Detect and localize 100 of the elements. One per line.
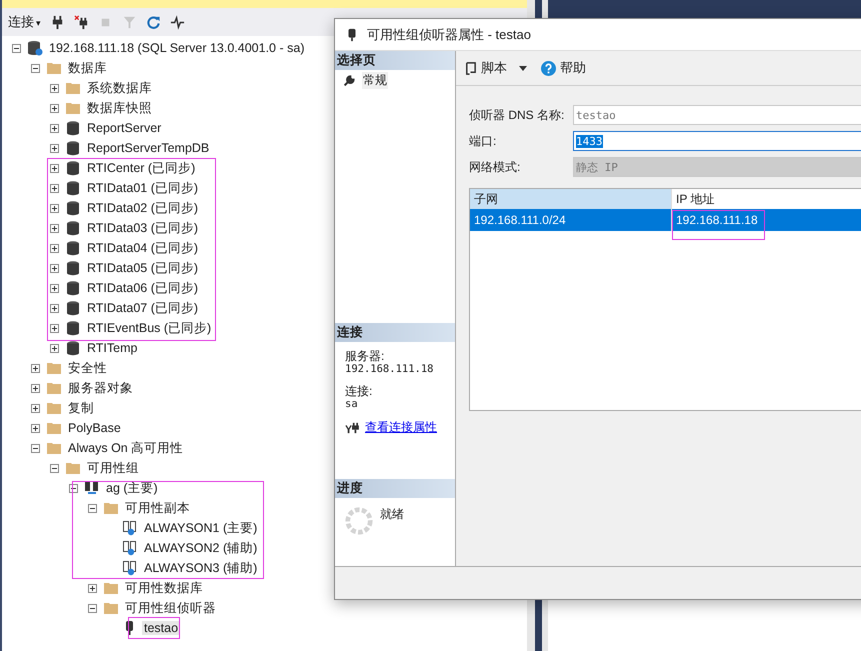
- tree-item[interactable]: 系统数据库: [85, 80, 154, 96]
- database-icon: [65, 220, 81, 236]
- help-button[interactable]: 帮助: [539, 57, 588, 79]
- tree-item[interactable]: RTIData04 (已同步): [85, 240, 200, 256]
- expander-toggle[interactable]: [12, 44, 21, 52]
- tree-item[interactable]: RTIData05 (已同步): [85, 260, 200, 276]
- highlight-frame: [128, 617, 180, 639]
- wrench-icon: [343, 74, 356, 87]
- expander-toggle[interactable]: [31, 404, 40, 412]
- database-icon: [65, 260, 81, 276]
- expander-toggle[interactable]: [50, 144, 59, 152]
- field-label: 侦听器 DNS 名称:: [469, 106, 566, 124]
- folder-icon: [46, 440, 62, 456]
- progress-status: 就绪: [380, 506, 404, 523]
- tree-item[interactable]: ALWAYSON1 (主要): [142, 520, 260, 536]
- expander-toggle[interactable]: [50, 84, 59, 92]
- expander-toggle[interactable]: [69, 484, 78, 492]
- tree-item[interactable]: ALWAYSON2 (辅助): [142, 540, 260, 556]
- tree-item[interactable]: RTIData02 (已同步): [85, 200, 200, 216]
- connection-properties-link[interactable]: 查看连接属性: [365, 419, 437, 436]
- info-value: sa: [345, 398, 359, 410]
- folder-icon: [65, 80, 81, 96]
- folder-icon: [103, 600, 119, 616]
- tree-item[interactable]: RTITemp: [85, 341, 140, 355]
- database-icon: [65, 240, 81, 256]
- database-icon: [65, 120, 81, 136]
- activity-icon[interactable]: [170, 14, 185, 30]
- input-field[interactable]: 1433: [573, 131, 861, 151]
- tree-item[interactable]: 复制: [66, 400, 96, 416]
- tree-item[interactable]: RTIEventBus (已同步): [85, 320, 214, 336]
- tree-item[interactable]: 192.168.111.18 (SQL Server 13.0.4001.0 - sa): [47, 41, 306, 55]
- disconnect-icon[interactable]: [74, 14, 89, 30]
- field-label: 网络模式:: [469, 158, 522, 176]
- expander-toggle[interactable]: [50, 344, 59, 352]
- folder-icon: [65, 100, 81, 116]
- expander-toggle[interactable]: [88, 584, 97, 592]
- info-label: 连接:: [345, 385, 374, 398]
- database-icon: [65, 200, 81, 216]
- tree-item[interactable]: ReportServerTempDB: [85, 141, 212, 155]
- script-icon: [464, 60, 477, 76]
- tree-item[interactable]: RTIData06 (已同步): [85, 280, 200, 296]
- tree-item[interactable]: 可用性组侦听器: [123, 600, 218, 616]
- tree-item[interactable]: PolyBase: [66, 421, 123, 435]
- column-header[interactable]: 子网: [470, 189, 672, 209]
- connect-button[interactable]: 连接▾: [8, 13, 41, 31]
- tree-item[interactable]: ag (主要): [104, 480, 160, 496]
- tree-item[interactable]: 数据库快照: [85, 100, 154, 116]
- folder-icon: [46, 400, 62, 416]
- grid-row[interactable]: 192.168.111.0/24 192.168.111.18: [470, 209, 861, 231]
- tree-item[interactable]: RTICenter (已同步): [85, 160, 198, 176]
- tree-item[interactable]: ReportServer: [85, 121, 164, 135]
- server-group-icon: [84, 480, 100, 496]
- expander-toggle[interactable]: [31, 424, 40, 432]
- database-icon: [65, 320, 81, 336]
- page-tab[interactable]: 常规: [362, 72, 388, 89]
- expander-toggle[interactable]: [31, 384, 40, 392]
- database-icon: [65, 160, 81, 176]
- database-icon: [65, 280, 81, 296]
- expander-toggle[interactable]: [50, 284, 59, 292]
- expander-toggle[interactable]: [50, 264, 59, 272]
- refresh-icon[interactable]: [146, 14, 161, 30]
- tree-item[interactable]: testao: [142, 621, 180, 635]
- expander-toggle[interactable]: [50, 124, 59, 132]
- tree-item[interactable]: 安全性: [66, 360, 109, 376]
- info-value: 192.168.111.18: [345, 363, 435, 375]
- expander-toggle[interactable]: [50, 324, 59, 332]
- expander-toggle[interactable]: [50, 184, 59, 192]
- database-icon: [65, 140, 81, 156]
- tree-item[interactable]: 可用性副本: [123, 500, 192, 516]
- field-label: 端口:: [469, 132, 498, 150]
- dialog-title: 可用性组侦听器属性 - testao: [367, 26, 531, 44]
- expander-toggle[interactable]: [88, 604, 97, 612]
- tree-item[interactable]: RTIData01 (已同步): [85, 180, 200, 196]
- expander-toggle[interactable]: [31, 364, 40, 372]
- tree-item[interactable]: 数据库: [66, 60, 109, 76]
- tree-item[interactable]: ALWAYSON3 (辅助): [142, 560, 260, 576]
- folder-icon: [103, 580, 119, 596]
- expander-toggle[interactable]: [31, 64, 40, 72]
- tree-item[interactable]: Always On 高可用性: [66, 440, 186, 456]
- section-header: 进度: [335, 479, 455, 498]
- expander-toggle[interactable]: [31, 444, 40, 452]
- table-cell: 192.168.111.0/24: [470, 209, 672, 231]
- folder-icon: [46, 60, 62, 76]
- expander-toggle[interactable]: [50, 104, 59, 112]
- expander-toggle[interactable]: [50, 304, 59, 312]
- tree-item[interactable]: RTIData07 (已同步): [85, 300, 200, 316]
- tree-item[interactable]: 可用性组: [85, 460, 141, 476]
- database-icon: [65, 340, 81, 356]
- help-icon: [541, 60, 556, 76]
- expander-toggle[interactable]: [50, 244, 59, 252]
- expander-toggle[interactable]: [50, 204, 59, 212]
- tree-item[interactable]: RTIData03 (已同步): [85, 220, 200, 236]
- expander-toggle[interactable]: [50, 164, 59, 172]
- tree-item[interactable]: 可用性数据库: [123, 580, 205, 596]
- tree-item[interactable]: 服务器对象: [66, 380, 135, 396]
- info-label: 服务器:: [345, 350, 386, 363]
- expander-toggle[interactable]: [88, 504, 97, 512]
- script-button[interactable]: 脚本: [462, 57, 533, 79]
- expander-toggle[interactable]: [50, 464, 59, 472]
- expander-toggle[interactable]: [50, 224, 59, 232]
